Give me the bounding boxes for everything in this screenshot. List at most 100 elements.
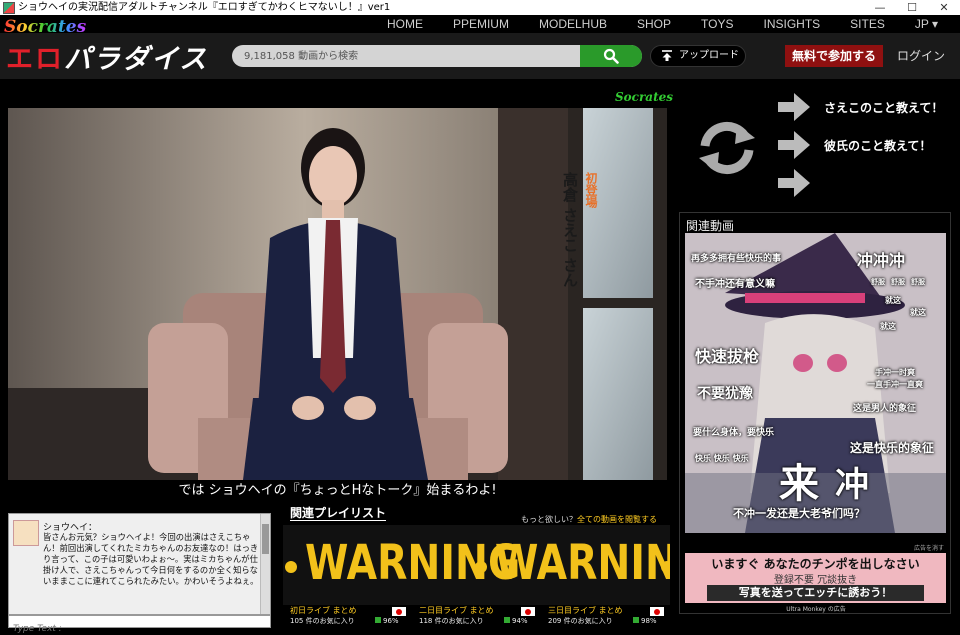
nav-premium[interactable]: PPEMIUM — [453, 15, 509, 33]
nav-sites[interactable]: SITES — [850, 15, 885, 33]
rating-value: 96% — [383, 617, 399, 625]
game-scene[interactable]: 初登場 高倉 さえこ さん — [8, 108, 667, 480]
maximize-button[interactable]: ☐ — [896, 0, 928, 15]
window-title: ショウヘイの実況配信アダルトチャンネル『エロすぎてかわくヒマないし！』ver1 — [18, 2, 391, 13]
app-icon — [3, 1, 15, 14]
japan-flag-icon — [521, 607, 535, 616]
logo-socrates[interactable]: Socrates — [4, 17, 86, 37]
window-titlebar: ショウヘイの実況配信アダルトチャンネル『エロすぎてかわくヒマないし！』ver1 … — [0, 0, 960, 15]
rating-value: 98% — [641, 617, 657, 625]
choice-2-label: 彼氏のこと教えて！ — [824, 138, 932, 153]
thumb-caption-20: 不冲一发还是大老爷们吗？ — [733, 507, 865, 520]
join-free-button[interactable]: 無料で参加する — [785, 45, 883, 67]
ad-headline: いますぐ あなたのチンポを出しなさい — [711, 557, 920, 571]
thumb-caption-18: 来 — [779, 461, 819, 507]
nav-insights[interactable]: INSIGHTS — [763, 15, 820, 33]
arrow-right-icon — [778, 93, 810, 121]
thumb-caption-3: 不手冲还有意义嘛 — [695, 279, 775, 290]
remove-ads-link[interactable]: 広告を消す — [914, 543, 944, 552]
thumbs-up-icon — [504, 617, 510, 623]
thumb-caption-7: 就这 — [885, 296, 901, 305]
chat-log: ショウヘイ： 皆さんお元気？ショウヘイよ！今回の出演はさえこちゃん！前回出演して… — [8, 513, 271, 615]
choice-1-label: さえこのこと教えて！ — [824, 100, 944, 115]
upload-button[interactable]: アップロード — [650, 45, 746, 67]
choice-3[interactable] — [778, 169, 824, 197]
related-video-thumbnail[interactable]: 再多多拥有些快乐的事 冲冲冲 不手冲还有意义嘛 舒服 舒服 舒服 就这 就这 就… — [685, 233, 946, 533]
thumb-caption-2: 冲冲冲 — [857, 251, 906, 270]
playlist-item[interactable]: 三日目ライブ まとめ 209 件のお気に入り 98% — [541, 606, 670, 628]
chat-input[interactable] — [9, 623, 270, 635]
minimize-button[interactable]: — — [864, 0, 896, 15]
login-link[interactable]: ログイン — [897, 45, 945, 67]
thumb-caption-17: 这是快乐的象征 — [850, 441, 935, 455]
playlist-items: 初日ライブ まとめ 105 件のお気に入り 96% 二日目ライブ まとめ 118… — [283, 606, 670, 628]
socrates-watermark: Socrates — [615, 90, 674, 104]
japan-flag-icon — [392, 607, 406, 616]
upload-icon — [662, 50, 672, 61]
ad-footer: Ultra Monkey の広告 — [786, 606, 846, 613]
ad-cta-button[interactable]: 写真を送ってエッチに誘おう！ — [707, 585, 924, 601]
thumb-caption-12: 一直手冲一直爽 — [867, 380, 923, 389]
chat-scrollbar[interactable] — [260, 514, 270, 614]
nav-language[interactable]: JP ▾ — [915, 15, 938, 33]
search-bar — [232, 45, 642, 67]
choice-1[interactable]: さえこのこと教えて！ — [778, 93, 943, 121]
nav-home[interactable]: HOME — [387, 15, 423, 33]
top-nav: HOME PPEMIUM MODELHUB SHOP TOYS INSIGHTS… — [0, 15, 960, 33]
thumb-caption-9: 就这 — [880, 322, 896, 331]
thumb-caption-14: 这是男人的象征 — [853, 404, 917, 414]
close-button[interactable]: ✕ — [928, 0, 960, 15]
playlist-item-rating: 98% — [633, 616, 657, 627]
logo-paradise: パラダイス — [64, 44, 209, 75]
search-input[interactable] — [232, 45, 580, 67]
nav-toys[interactable]: TOYS — [701, 15, 733, 33]
refresh-cycle-icon[interactable] — [695, 120, 759, 176]
playlist-more: もっと欲しい？全ての動画を閲覧する — [521, 514, 657, 525]
playlist-item-rating: 94% — [504, 616, 528, 627]
playlist-more-prefix: もっと欲しい？ — [521, 515, 577, 524]
dialogue-line: では ショウヘイの『ちょっとHなトーク』始まるわよ! — [178, 483, 497, 498]
character-name-vertical: 初登場 高倉 さえこ さん — [400, 172, 600, 287]
nav-shop[interactable]: SHOP — [637, 15, 671, 33]
thumb-caption-8: 就这 — [910, 308, 926, 317]
ad-banner[interactable]: いますぐ あなたのチンポを出しなさい 登録不要 冗談抜き 写真を送ってエッチに誘… — [685, 553, 946, 603]
nav-modelhub[interactable]: MODELHUB — [539, 15, 607, 33]
playlist-item[interactable]: 初日ライブ まとめ 105 件のお気に入り 96% — [283, 606, 412, 628]
thumb-caption-10: 快速拔枪 — [695, 347, 760, 366]
playlist-banner[interactable]: WARNING WARNING — [283, 525, 670, 605]
warning-dot — [475, 561, 487, 573]
thumbs-up-icon — [375, 617, 381, 623]
site-header: Socrates エロパラダイス アップロード 無料で参加する ログイン — [0, 17, 960, 79]
rating-value: 94% — [512, 617, 528, 625]
thumb-caption-15: 要什么身体，要快乐 — [693, 428, 775, 438]
playlist-item[interactable]: 二日目ライブ まとめ 118 件のお気に入り 94% — [412, 606, 541, 628]
chat-scroll-thumb[interactable] — [262, 524, 269, 554]
search-icon — [603, 48, 619, 64]
logo-ero: エロ — [6, 44, 64, 75]
chat-message: 皆さんお元気？ショウヘイよ！今回の出演はさえこちゃん！前回出演してくれたミカちゃ… — [43, 532, 259, 586]
thumb-caption-16: 快乐 快乐 快乐 — [695, 454, 749, 463]
thumb-caption-6: 舒服 — [911, 278, 925, 286]
japan-flag-icon — [650, 607, 664, 616]
character-name: 高倉 さえこ さん — [561, 172, 579, 288]
view-all-videos-link[interactable]: 全ての動画を閲覧する — [577, 515, 657, 524]
site-logo[interactable]: エロパラダイス — [6, 37, 208, 76]
warning-text-2: WARNING — [495, 535, 670, 591]
warning-dot — [285, 561, 297, 573]
scene-illustration — [8, 108, 667, 480]
thumb-caption-4: 舒服 — [871, 278, 885, 286]
thumbs-up-icon — [633, 617, 639, 623]
arrow-right-icon — [778, 169, 810, 197]
choice-2[interactable]: 彼氏のこと教えて！ — [778, 131, 931, 159]
first-appearance-label: 初登場 — [584, 172, 598, 208]
playlist-heading: 関連プレイリスト — [290, 506, 387, 521]
thumb-caption-5: 舒服 — [891, 278, 905, 286]
thumb-caption-1: 再多多拥有些快乐的事 — [691, 254, 782, 264]
warning-text-1: WARNING — [305, 535, 521, 591]
chat-input-box — [8, 615, 271, 635]
search-button[interactable] — [580, 45, 642, 67]
thumb-caption-11: 手冲一时爽 — [875, 368, 915, 377]
speaker-avatar — [13, 520, 39, 546]
thumb-caption-13: 不要犹豫 — [697, 386, 753, 402]
upload-label: アップロード — [679, 50, 739, 61]
